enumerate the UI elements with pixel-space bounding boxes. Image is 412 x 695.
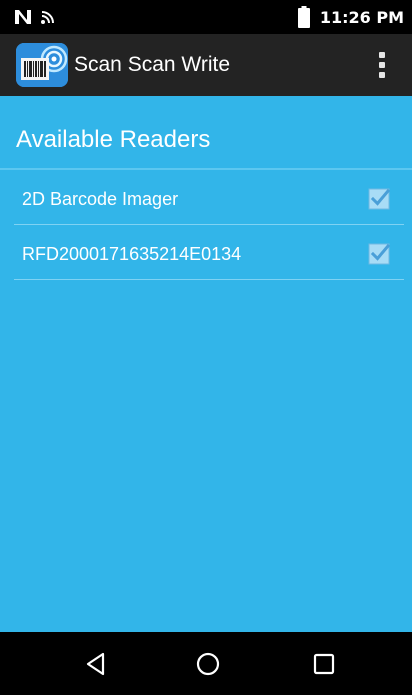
checkbox-checked-icon[interactable] xyxy=(368,188,390,210)
status-left xyxy=(14,6,56,28)
reader-label: RFD2000171635214E0134 xyxy=(22,244,242,264)
status-right: 11:26 PM xyxy=(297,4,404,30)
battery-icon xyxy=(297,6,310,28)
home-icon[interactable] xyxy=(194,650,222,678)
status-bar: 11:26 PM xyxy=(0,0,412,34)
app-title: Scan Scan Write xyxy=(74,53,231,76)
readers-panel: Available Readers 2D Barcode Imager RFD2… xyxy=(0,96,412,632)
nfc-icon xyxy=(15,10,31,24)
barcode-scanner-app-icon xyxy=(16,43,68,87)
reader-item-barcode-imager[interactable]: 2D Barcode Imager xyxy=(14,170,404,225)
wifi-icon xyxy=(41,11,54,24)
back-icon[interactable] xyxy=(82,650,110,678)
navigation-bar xyxy=(0,632,412,695)
app-bar: Scan Scan Write xyxy=(0,34,412,96)
recents-icon[interactable] xyxy=(310,650,338,678)
more-vert-icon[interactable] xyxy=(374,47,390,83)
reader-label: 2D Barcode Imager xyxy=(22,189,179,209)
checkbox-checked-icon[interactable] xyxy=(368,243,390,265)
reader-list: 2D Barcode Imager RFD2000171635214E0134 xyxy=(14,170,404,280)
screen: 11:26 PM Scan Scan Write Available Reade… xyxy=(0,0,412,695)
section-title: Available Readers xyxy=(16,126,211,153)
status-time: 11:26 PM xyxy=(319,7,404,27)
reader-item-rfd[interactable]: RFD2000171635214E0134 xyxy=(14,225,404,280)
